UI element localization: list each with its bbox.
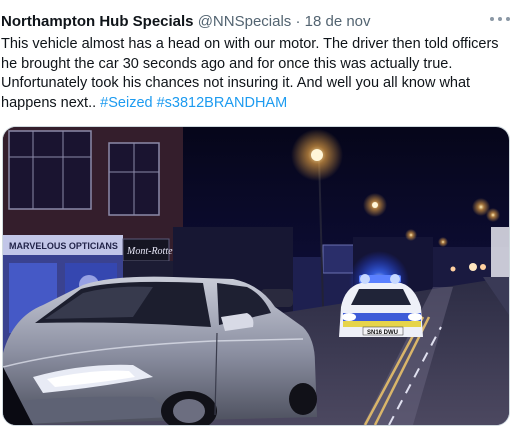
header-separator: · [295, 13, 301, 30]
police-plate: SN16 DWU [367, 330, 398, 336]
tweet-photo[interactable]: MARVELOUS OPTICIANS Mont-Rotte SN16 DWU [2, 126, 510, 426]
author-handle[interactable]: @NNSpecials [198, 13, 292, 30]
tweet-card[interactable]: Northampton Hub Specials @NNSpecials · 1… [0, 0, 512, 430]
night-street-scene: MARVELOUS OPTICIANS Mont-Rotte SN16 DWU [3, 127, 509, 425]
hashtag-seized[interactable]: #Seized [100, 95, 152, 111]
author-name[interactable]: Northampton Hub Specials [1, 13, 194, 30]
shop-sign-script: Mont-Rotte [126, 246, 173, 257]
hashtag-s3812brandham[interactable]: #s3812BRANDHAM [157, 95, 288, 111]
tweet-header: Northampton Hub Specials @NNSpecials · 1… [1, 12, 478, 32]
tweet-text: This vehicle almost has a head on with o… [1, 35, 506, 113]
shop-sign-text: MARVELOUS OPTICIANS [9, 241, 118, 251]
tweet-date[interactable]: 18 de nov [305, 13, 371, 30]
more-horizontal-icon[interactable] [490, 10, 510, 28]
